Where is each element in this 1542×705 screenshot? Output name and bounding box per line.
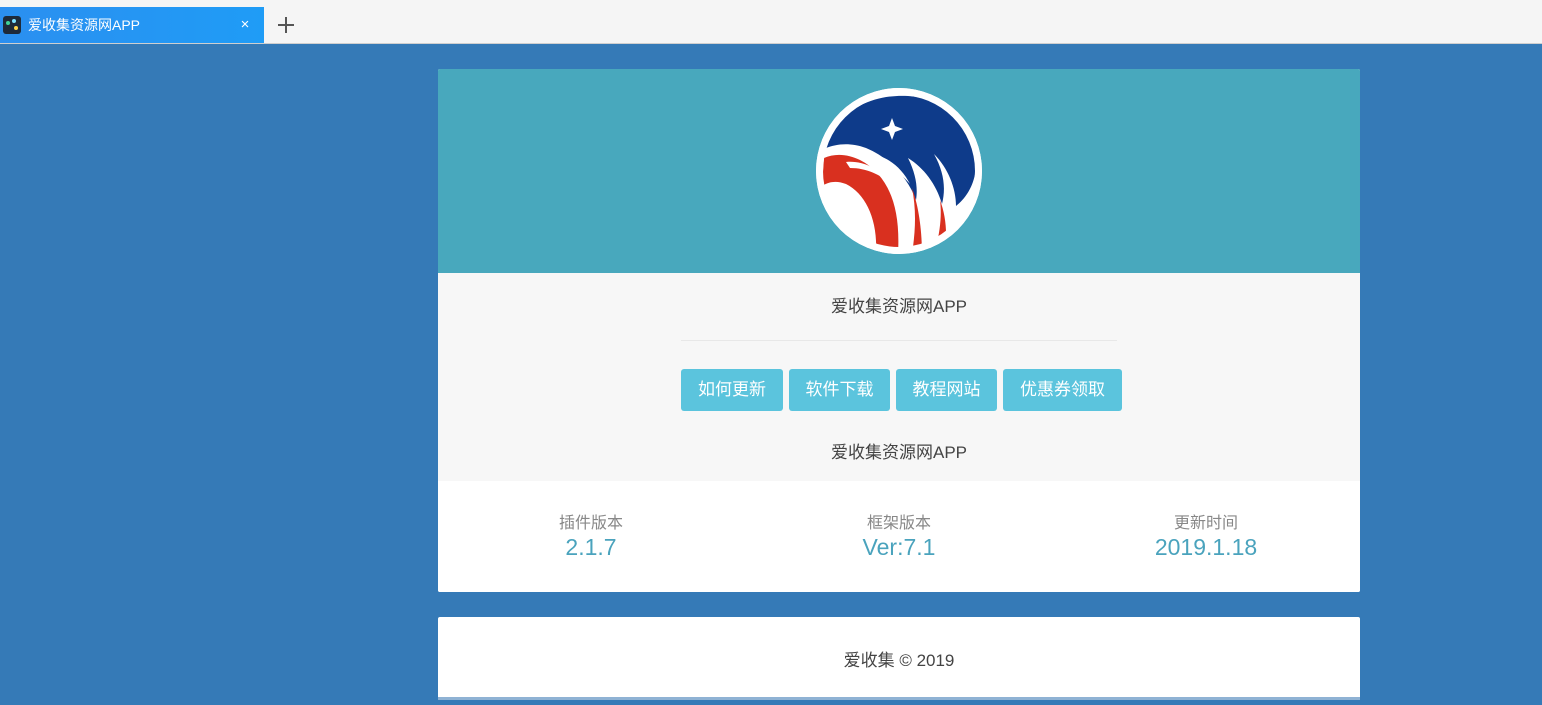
how-to-update-button[interactable]: 如何更新: [681, 369, 783, 411]
app-name-subtitle: 爱收集资源网APP: [830, 443, 968, 462]
favicon-icon: [3, 16, 21, 34]
card-header: [438, 69, 1360, 273]
stat-plugin-version: 插件版本 2.1.7: [491, 514, 691, 560]
footer: 爱收集 © 2019: [438, 617, 1360, 700]
new-tab-icon[interactable]: [274, 12, 298, 38]
copyright-text: 爱收集 © 2019: [843, 651, 955, 670]
tab-title: 爱收集资源网APP: [28, 17, 141, 33]
coupon-claim-button[interactable]: 优惠券领取: [1003, 369, 1122, 411]
version-stats: 插件版本 2.1.7 框架版本 Ver:7.1 更新时间 2019.1.18: [438, 481, 1360, 592]
browser-tab-strip: 爱收集资源网APP ×: [0, 0, 1542, 44]
divider: [681, 340, 1117, 341]
software-download-button[interactable]: 软件下载: [789, 369, 890, 411]
app-info-card: 爱收集资源网APP 如何更新 软件下载 教程网站 优惠券领取 爱收集资源网APP…: [438, 69, 1360, 592]
close-tab-icon[interactable]: ×: [234, 14, 256, 36]
stat-value: 2.1.7: [565, 534, 617, 560]
stat-value: 2019.1.18: [1154, 534, 1258, 560]
tutorial-site-button[interactable]: 教程网站: [896, 369, 997, 411]
stat-label: 插件版本: [558, 515, 623, 532]
stat-label: 框架版本: [866, 515, 931, 532]
logo-emblem-icon: [816, 88, 982, 254]
stat-label: 更新时间: [1173, 515, 1238, 532]
action-button-row: 如何更新 软件下载 教程网站 优惠券领取: [681, 369, 1122, 411]
stat-update-time: 更新时间 2019.1.18: [1106, 514, 1306, 560]
browser-tab-active[interactable]: 爱收集资源网APP ×: [0, 7, 264, 43]
app-name-title: 爱收集资源网APP: [830, 297, 968, 316]
stat-framework-version: 框架版本 Ver:7.1: [799, 514, 999, 560]
stat-value: Ver:7.1: [862, 534, 936, 560]
app-logo: [816, 88, 982, 254]
card-body: 爱收集资源网APP 如何更新 软件下载 教程网站 优惠券领取 爱收集资源网APP: [438, 273, 1360, 481]
